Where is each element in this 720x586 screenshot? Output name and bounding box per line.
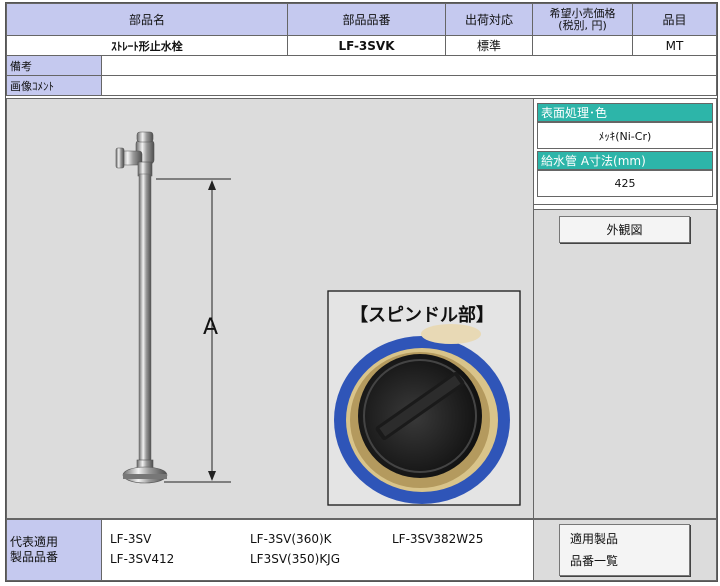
price-value [532,35,633,56]
header-shipping-text: 出荷対応 [464,13,513,27]
part-number-value: LF-3SVK [287,35,446,56]
product-list-button-line1: 適用製品 [570,532,619,546]
product-item[interactable]: LF3SV(350)KJG [250,552,340,566]
notes-label: 備考 [6,55,102,76]
applicable-products-list [101,519,534,581]
pipe-length-label: 給水管 A寸法(mm) [537,151,713,170]
finish-label: 表面処理･色 [537,103,713,122]
header-part-name: 部品名 [6,3,288,36]
exterior-view-button[interactable]: 外観図 [559,216,690,243]
applicable-products-label: 代表適用 製品品番 [6,519,102,581]
image-comment-label: 画像ｺﾒﾝﾄ [6,75,102,96]
dimension-a-label: A [203,315,219,340]
flange [122,459,168,484]
product-item[interactable]: LF-3SV [110,532,151,546]
applicable-label-line2: 製品品番 [10,550,59,564]
side-panel [533,209,717,519]
spindle-caption: 【スピンドル部】 [350,305,494,326]
part-name-value: ｽﾄﾚｰﾄ形止水栓 [6,35,288,56]
header-part-name-text: 部品名 [128,13,165,27]
supply-pipe [138,173,152,465]
header-price-line2: (税別, 円) [558,18,607,32]
header-shipping: 出荷対応 [445,3,533,36]
finish-value: ﾒｯｷ(Ni-Cr) [537,122,713,149]
header-part-number: 部品品番 [287,3,446,36]
header-part-number-text: 部品品番 [342,13,391,27]
applicable-label-line1: 代表適用 [10,535,59,549]
header-price-line1: 希望小売価格 [549,6,616,20]
image-comment-value [101,75,717,96]
valve-body [115,131,155,177]
product-item[interactable]: LF-3SV412 [110,552,174,566]
header-category: 品目 [632,3,717,36]
product-list-button-line2: 品番一覧 [570,554,619,568]
shipping-value: 標準 [445,35,533,56]
product-list-button[interactable]: 適用製品 品番一覧 [559,524,690,576]
notes-value [101,55,717,76]
category-value: MT [632,35,717,56]
dimension-a [156,178,231,483]
pipe-length-value: 425 [537,170,713,197]
header-price: 希望小売価格 (税別, 円) [532,3,633,36]
product-spec-sheet: 部品名 部品品番 出荷対応 希望小売価格 (税別, 円) 品目 ｽﾄﾚｰﾄ形止水… [5,2,718,582]
header-category-text: 品目 [662,13,687,27]
product-item[interactable]: LF-3SV(360)K [250,532,332,546]
product-item[interactable]: LF-3SV382W25 [392,532,483,546]
